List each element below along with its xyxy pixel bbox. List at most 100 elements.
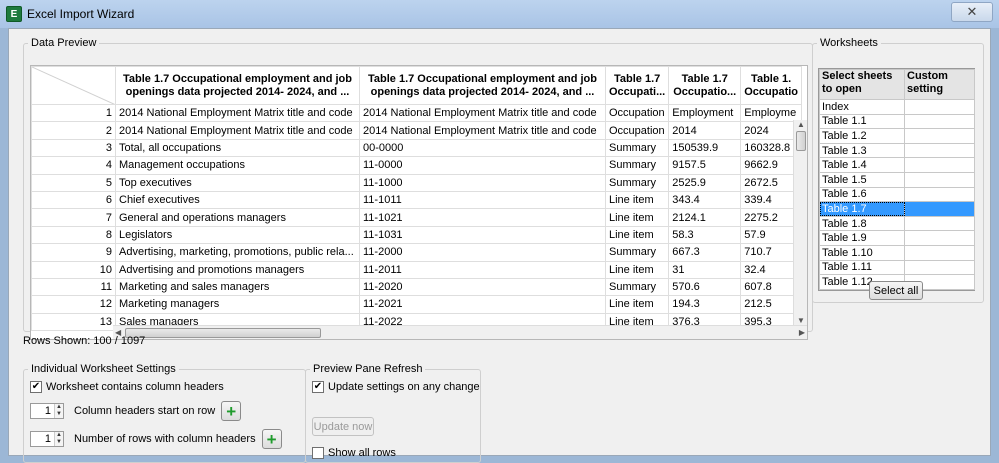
- worksheet-item[interactable]: Table 1.7: [819, 201, 975, 217]
- show-all-rows-label: Show all rows: [328, 447, 396, 459]
- corner-diagonal: [32, 67, 114, 104]
- worksheet-item[interactable]: Table 1.6: [819, 186, 975, 203]
- worksheet-custom-setting[interactable]: [904, 171, 975, 188]
- table-cell: 667.3: [668, 243, 742, 262]
- update-on-change-checkbox[interactable]: ✔: [312, 381, 324, 393]
- select-all-button[interactable]: Select all: [869, 281, 923, 300]
- worksheet-custom-setting[interactable]: [904, 128, 975, 144]
- table-cell: 11-1031: [359, 225, 606, 245]
- table-cell: 2014 National Employment Matrix title an…: [115, 103, 360, 123]
- horizontal-scrollbar[interactable]: ◀ ▶: [113, 325, 807, 339]
- headers-start-spinner[interactable]: 1 ▲ ▼: [30, 403, 64, 419]
- spinner-arrows-icon[interactable]: ▲ ▼: [54, 432, 63, 446]
- table-row[interactable]: 6 Chief executives 11-1011 Line item 343.4 33…: [31, 190, 803, 210]
- table-row[interactable]: 2 2014 National Employment Matrix title a…: [31, 121, 803, 140]
- worksheet-item[interactable]: Table 1.11: [819, 259, 975, 276]
- contains-headers-row[interactable]: ✔ Worksheet contains column headers: [30, 381, 224, 393]
- table-cell: Summary: [604, 173, 670, 192]
- table-cell: 11-1021: [359, 208, 606, 227]
- column-header[interactable]: Table 1.7 Occupatio...: [668, 66, 742, 105]
- worksheet-custom-setting[interactable]: [904, 230, 975, 246]
- worksheets-legend: Worksheets: [820, 37, 878, 49]
- worksheet-item[interactable]: Table 1.5: [819, 171, 975, 188]
- vertical-scroll-thumb[interactable]: [796, 131, 806, 151]
- table-cell: Occupation: [604, 121, 670, 140]
- horizontal-scroll-thumb[interactable]: [125, 328, 321, 338]
- table-cell: Advertising and promotions managers: [115, 260, 360, 279]
- worksheet-item[interactable]: Index: [819, 99, 975, 115]
- table-row[interactable]: 7 General and operations managers 11-1021 L…: [31, 208, 803, 227]
- worksheet-custom-setting[interactable]: [904, 99, 975, 115]
- table-row[interactable]: 4 Management occupations 11-0000 Summary 915…: [31, 156, 803, 175]
- add-headers-start-button[interactable]: +: [221, 401, 242, 421]
- checkmark-icon: ✔: [313, 381, 323, 392]
- header-rows-label: Number of rows with column headers: [74, 433, 256, 445]
- table-cell: 2014: [668, 121, 742, 140]
- table-row[interactable]: 3 Total, all occupations 00-0000 Summary 150…: [31, 138, 803, 158]
- spinner-arrows-icon[interactable]: ▲ ▼: [54, 404, 63, 418]
- table-row[interactable]: 5 Top executives 11-1000 Summary 2525.9 2672.…: [31, 173, 803, 192]
- headers-start-label: Column headers start on row: [74, 405, 216, 417]
- scroll-right-arrow-icon[interactable]: ▶: [799, 328, 805, 337]
- table-cell: Marketing and sales managers: [115, 277, 360, 297]
- worksheet-item[interactable]: Table 1.9: [819, 230, 975, 246]
- worksheet-custom-setting[interactable]: [904, 259, 975, 276]
- table-cell: 00-0000: [359, 138, 606, 158]
- worksheet-name: Table 1.3: [819, 142, 905, 159]
- table-row[interactable]: 11 Marketing and sales managers 11-2020 Sum…: [31, 277, 803, 297]
- row-number: 4: [31, 156, 116, 175]
- update-on-change-row[interactable]: ✔ Update settings on any change: [312, 381, 480, 393]
- table-cell: 9157.5: [668, 156, 742, 175]
- worksheet-custom-setting[interactable]: [904, 186, 975, 203]
- table-row[interactable]: 9 Advertising, marketing, promotions, pub…: [31, 243, 803, 262]
- table-cell: Legislators: [115, 225, 360, 245]
- close-button[interactable]: ✕: [951, 2, 993, 22]
- worksheet-custom-setting[interactable]: [904, 215, 975, 232]
- table-row[interactable]: 1 2014 National Employment Matrix title a…: [31, 103, 803, 123]
- data-preview-grid[interactable]: Table 1.7 Occupational employment and jo…: [30, 65, 808, 340]
- worksheets-list[interactable]: Select sheets to open Custom setting Ind…: [818, 68, 975, 291]
- worksheet-custom-setting[interactable]: [904, 113, 975, 130]
- worksheet-custom-setting[interactable]: [904, 244, 975, 261]
- table-cell: 31: [668, 260, 742, 279]
- table-cell: Summary: [604, 243, 670, 262]
- worksheets-group: Worksheets Select sheets to open Custom …: [812, 37, 984, 303]
- row-number: 11: [31, 277, 116, 297]
- show-all-rows-checkbox[interactable]: [312, 447, 324, 459]
- worksheet-item[interactable]: Table 1.1: [819, 113, 975, 130]
- table-row[interactable]: 10 Advertising and promotions managers 11-…: [31, 260, 803, 279]
- column-header[interactable]: Table 1.7 Occupati...: [604, 66, 670, 105]
- table-cell: General and operations managers: [115, 208, 360, 227]
- show-all-rows-row[interactable]: Show all rows: [312, 447, 396, 459]
- column-header[interactable]: Table 1. Occupatio: [740, 66, 803, 105]
- worksheet-item[interactable]: Table 1.10: [819, 244, 975, 261]
- worksheet-name: Index: [819, 99, 905, 115]
- data-preview-legend: Data Preview: [31, 37, 97, 49]
- table-row[interactable]: 8 Legislators 11-1031 Line item 58.3 57.9: [31, 225, 803, 245]
- table-row[interactable]: 12 Marketing managers 11-2021 Line item 194.…: [31, 295, 803, 314]
- vertical-scrollbar[interactable]: ▲ ▼: [793, 120, 807, 325]
- worksheet-custom-setting[interactable]: [904, 142, 975, 159]
- worksheet-item[interactable]: Table 1.3: [819, 142, 975, 159]
- worksheet-name: Table 1.8: [819, 215, 905, 232]
- contains-headers-checkbox[interactable]: ✔: [30, 381, 42, 393]
- row-number: 8: [31, 225, 116, 245]
- worksheet-item[interactable]: Table 1.2: [819, 128, 975, 144]
- table-cell: 343.4: [668, 190, 742, 210]
- worksheet-custom-setting[interactable]: [904, 201, 975, 217]
- worksheet-item[interactable]: Table 1.8: [819, 215, 975, 232]
- individual-settings-legend: Individual Worksheet Settings: [31, 363, 176, 375]
- worksheet-name: Table 1.1: [819, 113, 905, 130]
- update-now-button[interactable]: Update now: [312, 417, 374, 436]
- close-icon: ✕: [966, 4, 978, 19]
- worksheet-custom-setting[interactable]: [904, 157, 975, 173]
- worksheet-item[interactable]: Table 1.4: [819, 157, 975, 173]
- scroll-up-arrow-icon[interactable]: ▲: [797, 120, 805, 129]
- table-cell: Summary: [604, 156, 670, 175]
- column-header[interactable]: Table 1.7 Occupational employment and jo…: [359, 66, 606, 105]
- add-header-rows-button[interactable]: +: [261, 429, 282, 449]
- scroll-down-arrow-icon[interactable]: ▼: [797, 316, 805, 325]
- header-rows-spinner[interactable]: 1 ▲ ▼: [30, 431, 64, 447]
- column-header[interactable]: Table 1.7 Occupational employment and jo…: [115, 66, 360, 105]
- table-cell: 11-2000: [359, 243, 606, 262]
